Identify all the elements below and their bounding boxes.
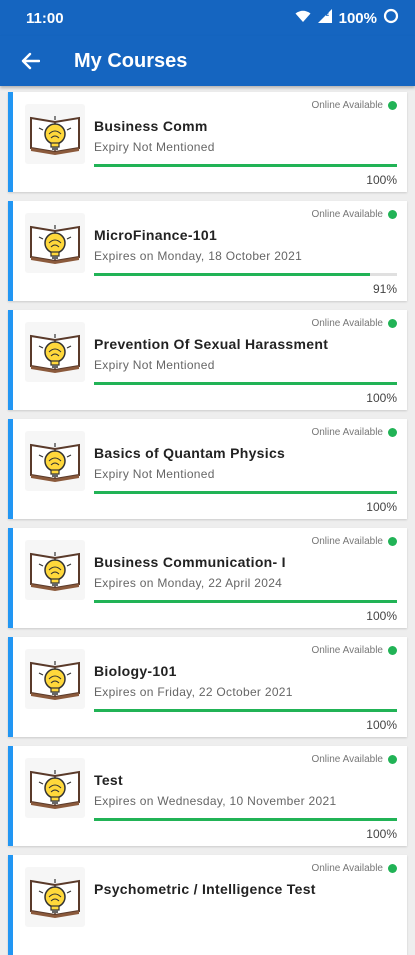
battery-icon <box>383 8 399 28</box>
course-card[interactable]: Online Available Business Communication-… <box>8 528 407 628</box>
course-name: Business Communication- I <box>94 554 286 570</box>
status-time: 11:00 <box>26 9 64 27</box>
online-dot-icon <box>388 210 397 219</box>
online-dot-icon <box>388 428 397 437</box>
course-name: Basics of Quantam Physics <box>94 445 286 461</box>
course-expiry: Expires on Wednesday, 10 November 2021 <box>94 794 337 808</box>
progress-fill <box>94 491 397 494</box>
signal-icon: LTE <box>317 9 333 27</box>
course-card[interactable]: Online Available Basics of Quantam Physi… <box>8 419 407 519</box>
online-status: Online Available <box>311 645 397 656</box>
progress-percentage: 100% <box>366 718 397 732</box>
progress-fill <box>94 164 397 167</box>
course-thumbnail-icon <box>25 431 85 491</box>
course-card[interactable]: Online Available MicroFinance-101 Expires… <box>8 201 407 301</box>
course-name: Business Comm <box>94 118 208 134</box>
online-status: Online Available <box>311 536 397 547</box>
online-status-label: Online Available <box>311 536 383 547</box>
progress-fill <box>94 600 397 603</box>
course-card[interactable]: Online Available Biology-101 Expires on F… <box>8 637 407 737</box>
progress-bar <box>94 818 397 821</box>
course-expiry: Expires on Monday, 18 October 2021 <box>94 249 303 263</box>
arrow-left-icon <box>21 52 40 70</box>
course-thumbnail-icon <box>25 649 85 709</box>
course-expiry: Expires on Monday, 22 April 2024 <box>94 576 283 590</box>
course-thumbnail-icon <box>25 104 85 164</box>
course-expiry: Expiry Not Mentioned <box>94 358 215 372</box>
course-thumbnail-icon <box>25 213 85 273</box>
progress-percentage: 91% <box>372 282 397 296</box>
course-thumbnail-icon <box>25 867 85 927</box>
progress-percentage: 100% <box>366 500 397 514</box>
back-button[interactable] <box>16 47 44 75</box>
progress-percentage: 100% <box>366 391 397 405</box>
online-status-label: Online Available <box>311 427 383 438</box>
course-thumbnail-icon <box>25 758 85 818</box>
online-dot-icon <box>388 537 397 546</box>
online-dot-icon <box>388 646 397 655</box>
progress-bar <box>94 273 397 276</box>
course-expiry: Expires on Friday, 22 October 2021 <box>94 685 293 699</box>
online-dot-icon <box>388 319 397 328</box>
online-status: Online Available <box>311 427 397 438</box>
online-status-label: Online Available <box>311 754 383 765</box>
course-name: Test <box>94 772 123 788</box>
status-bar: 11:00 LTE 100% <box>0 0 415 36</box>
app-bar: My Courses <box>0 36 415 86</box>
course-card[interactable]: Online Available Test Expires on Wednesda… <box>8 746 407 846</box>
progress-bar <box>94 491 397 494</box>
course-list: Online Available Business Comm Expiry Not… <box>0 86 415 955</box>
course-name: MicroFinance-101 <box>94 227 218 243</box>
online-status-label: Online Available <box>311 209 383 220</box>
progress-bar <box>94 600 397 603</box>
online-status: Online Available <box>311 863 397 874</box>
progress-percentage: 100% <box>366 173 397 187</box>
course-expiry: Expiry Not Mentioned <box>94 467 215 481</box>
wifi-icon <box>295 10 311 27</box>
course-name: Prevention Of Sexual Harassment <box>94 336 329 352</box>
progress-percentage: 100% <box>366 609 397 623</box>
online-dot-icon <box>388 101 397 110</box>
course-name: Psychometric / Intelligence Test <box>94 881 316 897</box>
progress-bar <box>94 164 397 167</box>
battery-percentage: 100% <box>338 9 377 27</box>
progress-bar <box>94 709 397 712</box>
online-status: Online Available <box>311 754 397 765</box>
course-thumbnail-icon <box>25 322 85 382</box>
course-name: Biology-101 <box>94 663 177 679</box>
online-status-label: Online Available <box>311 863 383 874</box>
online-status: Online Available <box>311 318 397 329</box>
course-card[interactable]: Online Available Psychometric / Intellig… <box>8 855 407 955</box>
online-status-label: Online Available <box>311 100 383 111</box>
svg-text:LTE: LTE <box>320 12 330 18</box>
online-dot-icon <box>388 755 397 764</box>
progress-fill <box>94 709 397 712</box>
course-thumbnail-icon <box>25 540 85 600</box>
course-expiry: Expiry Not Mentioned <box>94 140 215 154</box>
progress-bar <box>94 382 397 385</box>
progress-fill <box>94 382 397 385</box>
status-icons: LTE 100% <box>295 8 399 28</box>
progress-percentage: 100% <box>366 827 397 841</box>
online-status-label: Online Available <box>311 645 383 656</box>
course-card[interactable]: Online Available Prevention Of Sexual Ha… <box>8 310 407 410</box>
page-title: My Courses <box>74 49 188 72</box>
online-status: Online Available <box>311 100 397 111</box>
online-status-label: Online Available <box>311 318 383 329</box>
online-dot-icon <box>388 864 397 873</box>
progress-fill <box>94 273 370 276</box>
progress-fill <box>94 818 397 821</box>
online-status: Online Available <box>311 209 397 220</box>
course-card[interactable]: Online Available Business Comm Expiry Not… <box>8 92 407 192</box>
